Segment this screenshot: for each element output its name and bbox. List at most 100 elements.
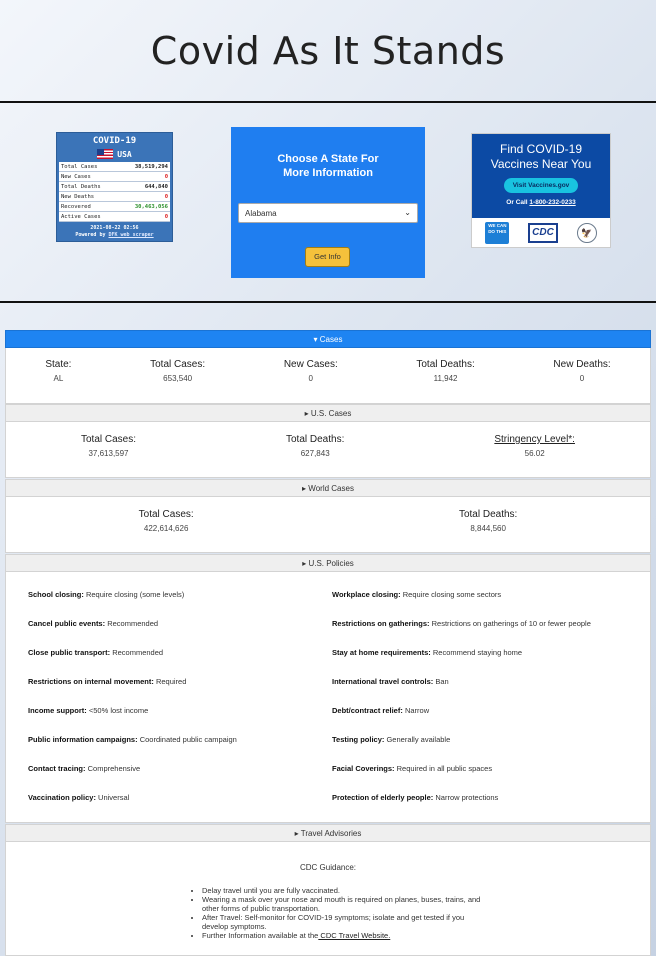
travel-item: Further Information available at the CDC…: [202, 931, 492, 940]
widget-row-value: 644,840: [144, 184, 168, 190]
stat-value: 0: [308, 374, 313, 383]
vaccine-call-prefix: Or Call: [506, 199, 528, 206]
world-stat-total-deaths: Total Deaths: 8,844,560: [459, 509, 517, 533]
cases-stats: State: AL Total Cases: 653,540 New Cases: 0…: [6, 359, 650, 383]
cases-header-label: Cases: [319, 335, 343, 344]
stat-label: New Cases:: [283, 359, 338, 370]
policy-value: Narrow: [404, 706, 430, 715]
policy-item: Testing policy: Generally available: [332, 735, 648, 764]
us-stat-total-cases: Total Cases: 37,613,597: [81, 434, 136, 458]
policy-label: Close public transport:: [28, 648, 111, 657]
world-cases-stats: Total Cases: 422,614,626 Total Deaths: 8,8…: [6, 509, 650, 533]
policies-panel: ▸ U.S. Policies School closing: Require …: [5, 554, 651, 823]
us-cases-header[interactable]: ▸ U.S. Cases: [5, 404, 651, 422]
vaccine-card[interactable]: Find COVID-19 Vaccines Near You Visit Va…: [471, 133, 611, 248]
world-cases-header[interactable]: ▸ World Cases: [5, 479, 651, 497]
cases-panel: ▾ Cases State: AL Total Cases: 653,540 New…: [5, 330, 651, 404]
world-cases-panel: ▸ World Cases Total Cases: 422,614,626 To…: [5, 479, 651, 553]
widget-row: Recovered 30,463,056: [59, 202, 170, 212]
chevron-down-icon: ⌄: [404, 208, 411, 217]
policy-value: Universal: [98, 793, 130, 802]
stat-label: Total Deaths:: [458, 509, 518, 520]
travel-list: Delay travel until you are fully vaccina…: [202, 886, 492, 940]
stat-value: 8,844,560: [470, 524, 506, 533]
travel-item: Wearing a mask over your nose and mouth …: [202, 895, 492, 913]
policy-value: Required in all public spaces: [396, 764, 493, 773]
vaccine-banner: Find COVID-19 Vaccines Near You Visit Va…: [472, 134, 610, 218]
widget-row-value: 38,519,294: [134, 164, 168, 170]
policy-grid: School closing: Require closing (some le…: [6, 572, 650, 822]
policies-header[interactable]: ▸ U.S. Policies: [5, 554, 651, 572]
widget-row: New Cases 0: [59, 172, 170, 182]
cdc-guidance-title: CDC Guidance:: [299, 863, 357, 872]
stat-label: Total Deaths:: [416, 359, 475, 370]
stat-value: AL: [53, 374, 64, 383]
chooser-title-line2: More Information: [283, 167, 373, 179]
policy-value: Generally available: [386, 735, 451, 744]
get-info-button[interactable]: Get Info: [305, 247, 350, 267]
policy-value: Recommend staying home: [432, 648, 523, 657]
page-title: Covid As It Stands: [150, 28, 506, 73]
travel-item: Delay travel until you are fully vaccina…: [202, 886, 492, 895]
stat-label: Total Cases:: [150, 359, 206, 370]
visit-vaccines-button[interactable]: Visit Vaccines.gov: [503, 178, 579, 193]
policy-item: School closing: Require closing (some le…: [28, 590, 332, 619]
travel-content: CDC Guidance: Delay travel until you are…: [6, 842, 650, 940]
widget-row-value: 30,463,056: [134, 204, 168, 210]
widget-row-value: 0: [164, 214, 168, 220]
policy-label: Facial Coverings:: [332, 764, 395, 773]
widget-row-value: 0: [164, 174, 168, 180]
policy-item: Restrictions on gatherings: Restrictions…: [332, 619, 648, 648]
policy-item: Facial Coverings: Required in all public…: [332, 764, 648, 793]
policy-label: Debt/contract relief:: [332, 706, 403, 715]
policy-label: Income support:: [28, 706, 87, 715]
stringency-link[interactable]: Stringency Level*:: [494, 434, 575, 445]
policy-label: Contact tracing:: [28, 764, 86, 773]
us-cases-stats: Total Cases: 37,613,597 Total Deaths: 627,…: [6, 434, 650, 458]
policy-value: <50% lost income: [88, 706, 149, 715]
policy-value: Narrow protections: [435, 793, 499, 802]
widget-row-label: Total Cases: [61, 164, 98, 170]
stat-new-cases: New Cases: 0: [284, 359, 338, 383]
policy-value: Restrictions on gatherings of 10 or fewe…: [431, 619, 591, 628]
stat-label: State:: [45, 359, 72, 370]
policy-label: International travel controls:: [332, 677, 434, 686]
policy-value: Comprehensive: [87, 764, 141, 773]
travel-item-text: Further Information available at the: [202, 931, 319, 940]
policy-value: Required: [155, 677, 187, 686]
chooser-title-line1: Choose A State For: [277, 153, 379, 165]
covid-stats-widget: COVID-19 USA Total Cases 38,519,294 New C…: [56, 132, 173, 242]
vaccine-phone-link[interactable]: 1-800-232-0233: [529, 199, 575, 206]
widget-row-label: New Deaths: [61, 194, 95, 200]
widget-row: Total Cases 38,519,294: [59, 162, 170, 172]
widget-row-label: Total Deaths: [61, 184, 101, 190]
vaccine-title-line1: Find COVID-19: [499, 142, 583, 156]
stat-value: 0: [579, 374, 585, 383]
stat-value: 422,614,626: [143, 524, 189, 533]
site-header: Covid As It Stands: [0, 0, 656, 103]
cases-header[interactable]: ▾ Cases: [5, 330, 651, 348]
widget-timestamp: 2021-08-22 02:56: [90, 225, 139, 231]
policy-label: School closing:: [28, 590, 84, 599]
policy-value: Recommended: [107, 619, 159, 628]
widget-powered-link[interactable]: DFK web scraper: [108, 232, 153, 238]
policy-item: Public information campaigns: Coordinate…: [28, 735, 332, 764]
state-select-value: Alabama: [245, 209, 277, 218]
policy-item: Contact tracing: Comprehensive: [28, 764, 332, 793]
policy-value: Require closing (some levels): [85, 590, 185, 599]
us-stat-stringency: Stringency Level*: 56.02: [494, 434, 575, 458]
policy-item: Vaccination policy: Universal: [28, 793, 332, 822]
policy-item: Cancel public events: Recommended: [28, 619, 332, 648]
policy-item: Close public transport: Recommended: [28, 648, 332, 677]
policies-body: School closing: Require closing (some le…: [5, 572, 651, 823]
travel-header[interactable]: ▸ Travel Advisories: [5, 824, 651, 842]
cdc-travel-link[interactable]: CDC Travel Website.: [318, 931, 390, 940]
vaccine-logos: WE CAN DO THIS CDC 🦅: [472, 218, 610, 248]
policy-item: Workplace closing: Require closing some …: [332, 590, 648, 619]
us-flag-icon: [97, 149, 114, 159]
world-cases-body: Total Cases: 422,614,626 Total Deaths: 8,8…: [5, 497, 651, 553]
widget-row-value: 0: [164, 194, 168, 200]
widget-table: Total Cases 38,519,294 New Cases 0 Total D…: [59, 162, 170, 222]
state-select[interactable]: Alabama ⌄: [238, 203, 418, 223]
world-stat-total-cases: Total Cases: 422,614,626: [139, 509, 194, 533]
